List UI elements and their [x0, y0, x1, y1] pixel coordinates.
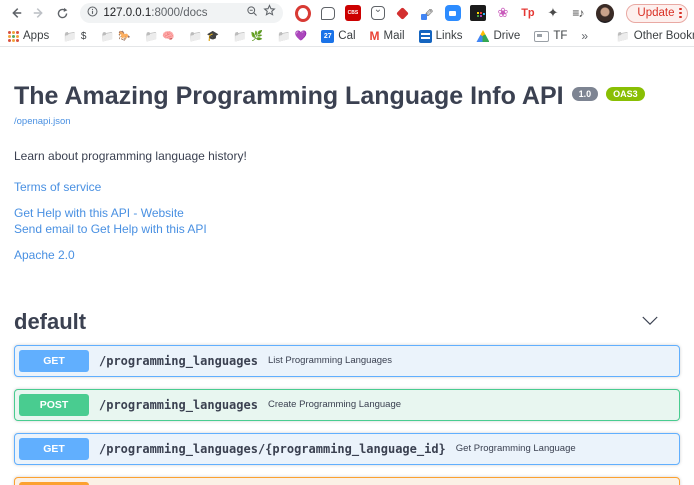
flower-extension-icon[interactable]: ❀ [495, 5, 511, 21]
update-label: Update [637, 7, 674, 19]
bookmark-emoji: $ [81, 31, 87, 42]
diamond-extension-icon[interactable] [395, 5, 411, 21]
other-bookmarks-label: Other Bookmarks [634, 30, 694, 42]
links-blue-icon [419, 30, 432, 43]
browser-menu-icon[interactable] [679, 8, 682, 19]
folder-icon: 📁 [233, 30, 247, 43]
bookmark-item-apps[interactable]: Apps [8, 30, 49, 42]
bookmark-item[interactable]: 📁💜 [277, 30, 307, 43]
bookmarks-bar: Apps📁$📁🐎📁🧠📁🎓📁🌿📁💜27CalMMailLinksDriveTF »… [0, 26, 694, 47]
api-title-row: The Amazing Programming Language Info AP… [14, 83, 680, 111]
info-link[interactable]: Send email to Get Help with this API [14, 221, 680, 237]
page-info-icon[interactable] [87, 4, 98, 22]
api-links: Terms of service Get Help with this API -… [14, 179, 680, 263]
bookmark-label: Cal [338, 30, 355, 42]
endpoint-path: /programming_languages [99, 398, 258, 412]
method-badge[interactable]: GET [19, 350, 89, 372]
api-info: The Amazing Programming Language Info AP… [14, 47, 680, 263]
bookmark-item[interactable]: 📁🐎 [100, 30, 130, 43]
calendar-icon: 27 [321, 30, 334, 43]
endpoint-path: /programming_languages/{programming_lang… [99, 442, 446, 456]
bookmark-label: Drive [493, 30, 520, 42]
swagger-page: The Amazing Programming Language Info AP… [0, 47, 694, 485]
endpoint-row[interactable]: GET /programming_languages/{programming_… [14, 433, 680, 465]
eyedropper-extension-icon[interactable] [420, 5, 436, 21]
method-badge[interactable]: PUT [19, 482, 89, 485]
method-badge[interactable]: GET [19, 438, 89, 460]
bookmark-emoji: 🧠 [162, 31, 174, 42]
other-bookmarks-folder[interactable]: 📁 Other Bookmarks [616, 30, 694, 43]
browser-toolbar: 127.0.0.1:8000/docs CBS ❀ Tp ✦ ≡♪ Update [0, 0, 694, 26]
endpoint-path: /programming_languages [99, 354, 258, 368]
bookmark-label: Apps [23, 30, 49, 42]
forward-button[interactable] [29, 3, 48, 23]
apps-grid-icon [8, 31, 19, 42]
page-title: The Amazing Programming Language Info AP… [14, 83, 564, 111]
bookmark-item-drive[interactable]: Drive [476, 30, 520, 42]
zoom-extension-icon[interactable] [445, 5, 461, 21]
cbs-extension-icon[interactable]: CBS [345, 5, 361, 21]
tag-section-default[interactable]: default [14, 303, 680, 345]
bookmark-label: TF [553, 30, 567, 42]
folder-icon: 📁 [100, 30, 114, 43]
bookmark-item[interactable]: 📁$ [63, 30, 86, 43]
api-description: Learn about programming language history… [14, 149, 680, 163]
back-button[interactable] [6, 3, 25, 23]
puzzle-extension-icon[interactable]: ✦ [545, 5, 561, 21]
endpoint-summary: Create Programming Language [268, 399, 401, 410]
browser-chrome: 127.0.0.1:8000/docs CBS ❀ Tp ✦ ≡♪ Update App… [0, 0, 694, 47]
url-text[interactable]: 127.0.0.1:8000/docs [103, 7, 241, 19]
endpoints-list: GET /programming_languages List Programm… [14, 345, 680, 485]
bookmark-item[interactable]: 📁🎓 [189, 30, 219, 43]
endpoint-summary: Get Programming Language [456, 443, 576, 454]
tf-icon [534, 31, 549, 42]
info-link[interactable]: Apache 2.0 [14, 247, 680, 263]
bookmark-emoji: 💜 [295, 31, 307, 42]
version-badge: 1.0 [572, 87, 599, 101]
bookmark-emoji: 🌿 [251, 31, 263, 42]
bookmark-item-mail[interactable]: M Mail [370, 29, 405, 43]
endpoint-row[interactable]: PUT /programming_languages/{programming_… [14, 477, 680, 485]
profile-avatar[interactable] [596, 4, 614, 23]
oas3-badge: OAS3 [606, 87, 645, 101]
pocket-extension-icon[interactable] [370, 5, 386, 21]
bookmark-item-links[interactable]: Links [419, 30, 463, 43]
playlist-extension-icon[interactable]: ≡♪ [570, 5, 586, 21]
bookmark-item-tf[interactable]: TF [534, 30, 567, 42]
chevron-down-icon[interactable] [642, 313, 658, 331]
update-button[interactable]: Update [626, 4, 688, 23]
tp-extension-icon[interactable]: Tp [520, 5, 536, 21]
endpoint-row[interactable]: POST /programming_languages Create Progr… [14, 389, 680, 421]
bookmark-emoji: 🎓 [207, 31, 219, 42]
info-link[interactable]: Terms of service [14, 179, 680, 195]
bookmarks-overflow-chevron[interactable]: » [581, 29, 588, 43]
method-badge[interactable]: POST [19, 394, 89, 416]
openapi-spec-link[interactable]: /openapi.json [14, 116, 71, 127]
bookmark-item[interactable]: 📁🧠 [145, 30, 175, 43]
gmail-icon: M [370, 29, 380, 43]
chat-extension-icon[interactable] [320, 5, 336, 21]
folder-icon: 📁 [145, 30, 159, 43]
endpoint-summary: List Programming Languages [268, 355, 392, 366]
drive-icon [476, 30, 489, 42]
bookmark-label: Links [436, 30, 463, 42]
info-link[interactable]: Get Help with this API - Website [14, 205, 680, 221]
red-circle-extension-icon[interactable] [295, 5, 311, 21]
bookmark-star-icon[interactable] [263, 4, 276, 22]
zoom-out-icon[interactable] [246, 4, 258, 22]
reload-button[interactable] [53, 3, 72, 23]
mosaic-extension-icon[interactable] [470, 5, 486, 21]
folder-icon: 📁 [63, 30, 77, 43]
section-title: default [14, 309, 86, 335]
folder-icon: 📁 [189, 30, 203, 43]
folder-icon: 📁 [616, 30, 630, 43]
address-bar[interactable]: 127.0.0.1:8000/docs [80, 3, 283, 23]
bookmark-emoji: 🐎 [118, 31, 130, 42]
bookmark-item-cal[interactable]: 27 Cal [321, 30, 355, 43]
extensions-strip: CBS ❀ Tp ✦ ≡♪ [295, 5, 586, 21]
bookmark-label: Mail [384, 30, 405, 42]
bookmark-item[interactable]: 📁🌿 [233, 30, 263, 43]
endpoint-row[interactable]: GET /programming_languages List Programm… [14, 345, 680, 377]
folder-icon: 📁 [277, 30, 291, 43]
